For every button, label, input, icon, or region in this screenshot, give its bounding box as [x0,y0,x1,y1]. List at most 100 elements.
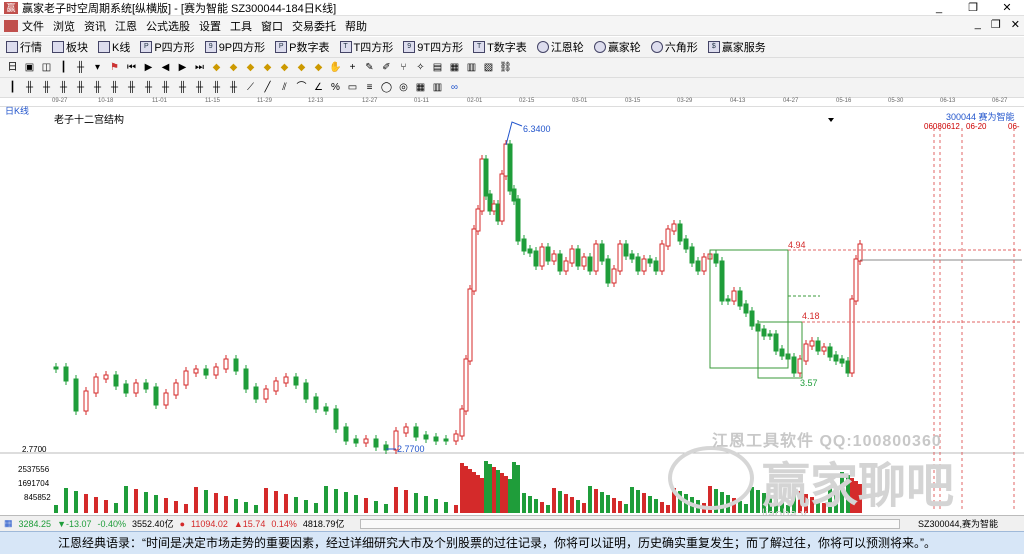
child-close-button[interactable]: ✕ [1011,18,1020,31]
candle-body [163,392,169,406]
vline11-icon[interactable]: ╫ [176,81,189,94]
menu-formula[interactable]: 公式选股 [146,18,190,34]
menu-file[interactable]: 文件 [22,18,44,34]
volume-bar [648,496,652,513]
toolbar-kline-button[interactable]: K线 [98,39,130,55]
vline8-icon[interactable]: ╫ [125,81,138,94]
zoom-icon[interactable]: ▣ [23,61,36,74]
candle-icon[interactable]: ╫ [74,61,87,74]
toolbar-service-button[interactable]: $ 赢家服务 [707,39,766,55]
diamond7-icon[interactable]: ◆ [312,61,325,74]
bars-icon[interactable]: ▥ [431,81,444,94]
dropdown-icon[interactable]: ▾ [91,61,104,74]
volume-bar [546,505,550,513]
vline13-icon[interactable]: ╫ [210,81,223,94]
close-button[interactable]: ✕ [990,0,1024,16]
star-icon[interactable]: ✧ [414,61,427,74]
save-icon[interactable]: ▦ [448,61,461,74]
toolbar-9t-square-button[interactable]: 9 9T四方形 [403,39,463,55]
hand-icon[interactable]: ✋ [329,61,342,74]
cross-icon[interactable]: + [346,61,359,74]
toolbar-board-button[interactable]: 板块 [52,39,88,55]
flag-icon[interactable]: ⚑ [108,61,121,74]
period-icon[interactable]: 日 [6,61,19,74]
menu-help[interactable]: 帮助 [345,18,367,34]
toolbar-gann-wheel-button[interactable]: 江恩轮 [536,39,584,55]
vline14-icon[interactable]: ╫ [227,81,240,94]
menu-browse[interactable]: 浏览 [53,18,75,34]
first-icon[interactable]: ⏮ [125,61,138,74]
menu-window[interactable]: 窗口 [261,18,283,34]
play-icon[interactable]: ▶ [142,61,155,74]
minimize-button[interactable]: _ [922,0,956,16]
toolbar-quotes-button[interactable]: 行情 [6,39,42,55]
candle-body [463,358,469,412]
angle-icon[interactable]: ∠ [312,81,325,94]
forward-icon[interactable]: ▶ [176,61,189,74]
link-icon[interactable]: ⛓ [499,61,512,74]
candle-body [569,248,575,264]
candle-body [809,340,815,347]
toolbar-9p-square-button[interactable]: 9 9P四方形 [204,39,265,55]
toolbar-t-square-button[interactable]: T T四方形 [339,39,393,55]
vline3-icon[interactable]: ╫ [40,81,53,94]
candle-body [253,386,259,400]
sz-amount: 4818.79亿 [302,519,345,529]
infinity-icon[interactable]: ∞ [448,81,461,94]
table-icon[interactable]: ▦ [414,81,427,94]
percent-icon[interactable]: % [329,81,342,94]
vline9-icon[interactable]: ╫ [142,81,155,94]
diamond1-icon[interactable]: ◆ [210,61,223,74]
maximize-button[interactable]: ❐ [956,0,990,16]
vline5-icon[interactable]: ╫ [74,81,87,94]
back-icon[interactable]: ◀ [159,61,172,74]
candle-body [815,340,821,352]
child-minimize-button[interactable]: _ [975,18,981,31]
vline10-icon[interactable]: ╫ [159,81,172,94]
vline-icon[interactable]: ┃ [6,81,19,94]
toolbar-winner-wheel-button[interactable]: 赢家轮 [593,39,641,55]
arc-icon[interactable]: ⌒ [295,81,308,94]
menu-info[interactable]: 资讯 [84,18,106,34]
vline12-icon[interactable]: ╫ [193,81,206,94]
toolbar-p-number-button[interactable]: P P数字表 [275,39,330,55]
doc-icon[interactable]: ▥ [465,61,478,74]
channel-icon[interactable]: ⫽ [278,81,291,94]
diamond2-icon[interactable]: ◆ [227,61,240,74]
menu-gann[interactable]: 江恩 [115,18,137,34]
last-icon[interactable]: ⏭ [193,61,206,74]
vline4-icon[interactable]: ╫ [57,81,70,94]
bar-icon[interactable]: ┃ [57,61,70,74]
box-icon[interactable]: ▭ [346,81,359,94]
diamond3-icon[interactable]: ◆ [244,61,257,74]
lines-icon[interactable]: ≡ [363,81,376,94]
circle-icon[interactable]: ◯ [380,81,393,94]
diamond4-icon[interactable]: ◆ [261,61,274,74]
vline7-icon[interactable]: ╫ [108,81,121,94]
chart-type-icon[interactable]: ◫ [40,61,53,74]
candle-body [845,360,851,374]
fan-icon[interactable]: ⟋ [244,81,257,94]
circle2-icon[interactable]: ◎ [397,81,410,94]
edit-icon[interactable]: ✐ [380,61,393,74]
calc-icon[interactable]: ▤ [431,61,444,74]
status-scrollbar[interactable] [360,518,900,529]
diamond5-icon[interactable]: ◆ [278,61,291,74]
toolbar-hexagon-button[interactable]: 六角形 [650,39,698,55]
window-icon[interactable]: ▧ [482,61,495,74]
menu-tools[interactable]: 工具 [230,18,252,34]
fork-icon[interactable]: ⑂ [397,61,410,74]
pen-icon[interactable]: ✎ [363,61,376,74]
menu-trade[interactable]: 交易委托 [292,18,336,34]
toolbar-p-square-button[interactable]: P P四方形 [140,39,195,55]
child-restore-button[interactable]: ❐ [991,18,1001,31]
date-label: 04-27 [783,98,799,104]
toolbar-t-number-button[interactable]: T T数字表 [473,39,527,55]
vline6-icon[interactable]: ╫ [91,81,104,94]
candle-body [853,258,859,302]
vline2-icon[interactable]: ╫ [23,81,36,94]
trend-icon[interactable]: ╱ [261,81,274,94]
diamond6-icon[interactable]: ◆ [295,61,308,74]
menu-bar: 文件 浏览 资讯 江恩 公式选股 设置 工具 窗口 交易委托 帮助 _ ❐ ✕ [0,16,1024,36]
menu-settings[interactable]: 设置 [199,18,221,34]
